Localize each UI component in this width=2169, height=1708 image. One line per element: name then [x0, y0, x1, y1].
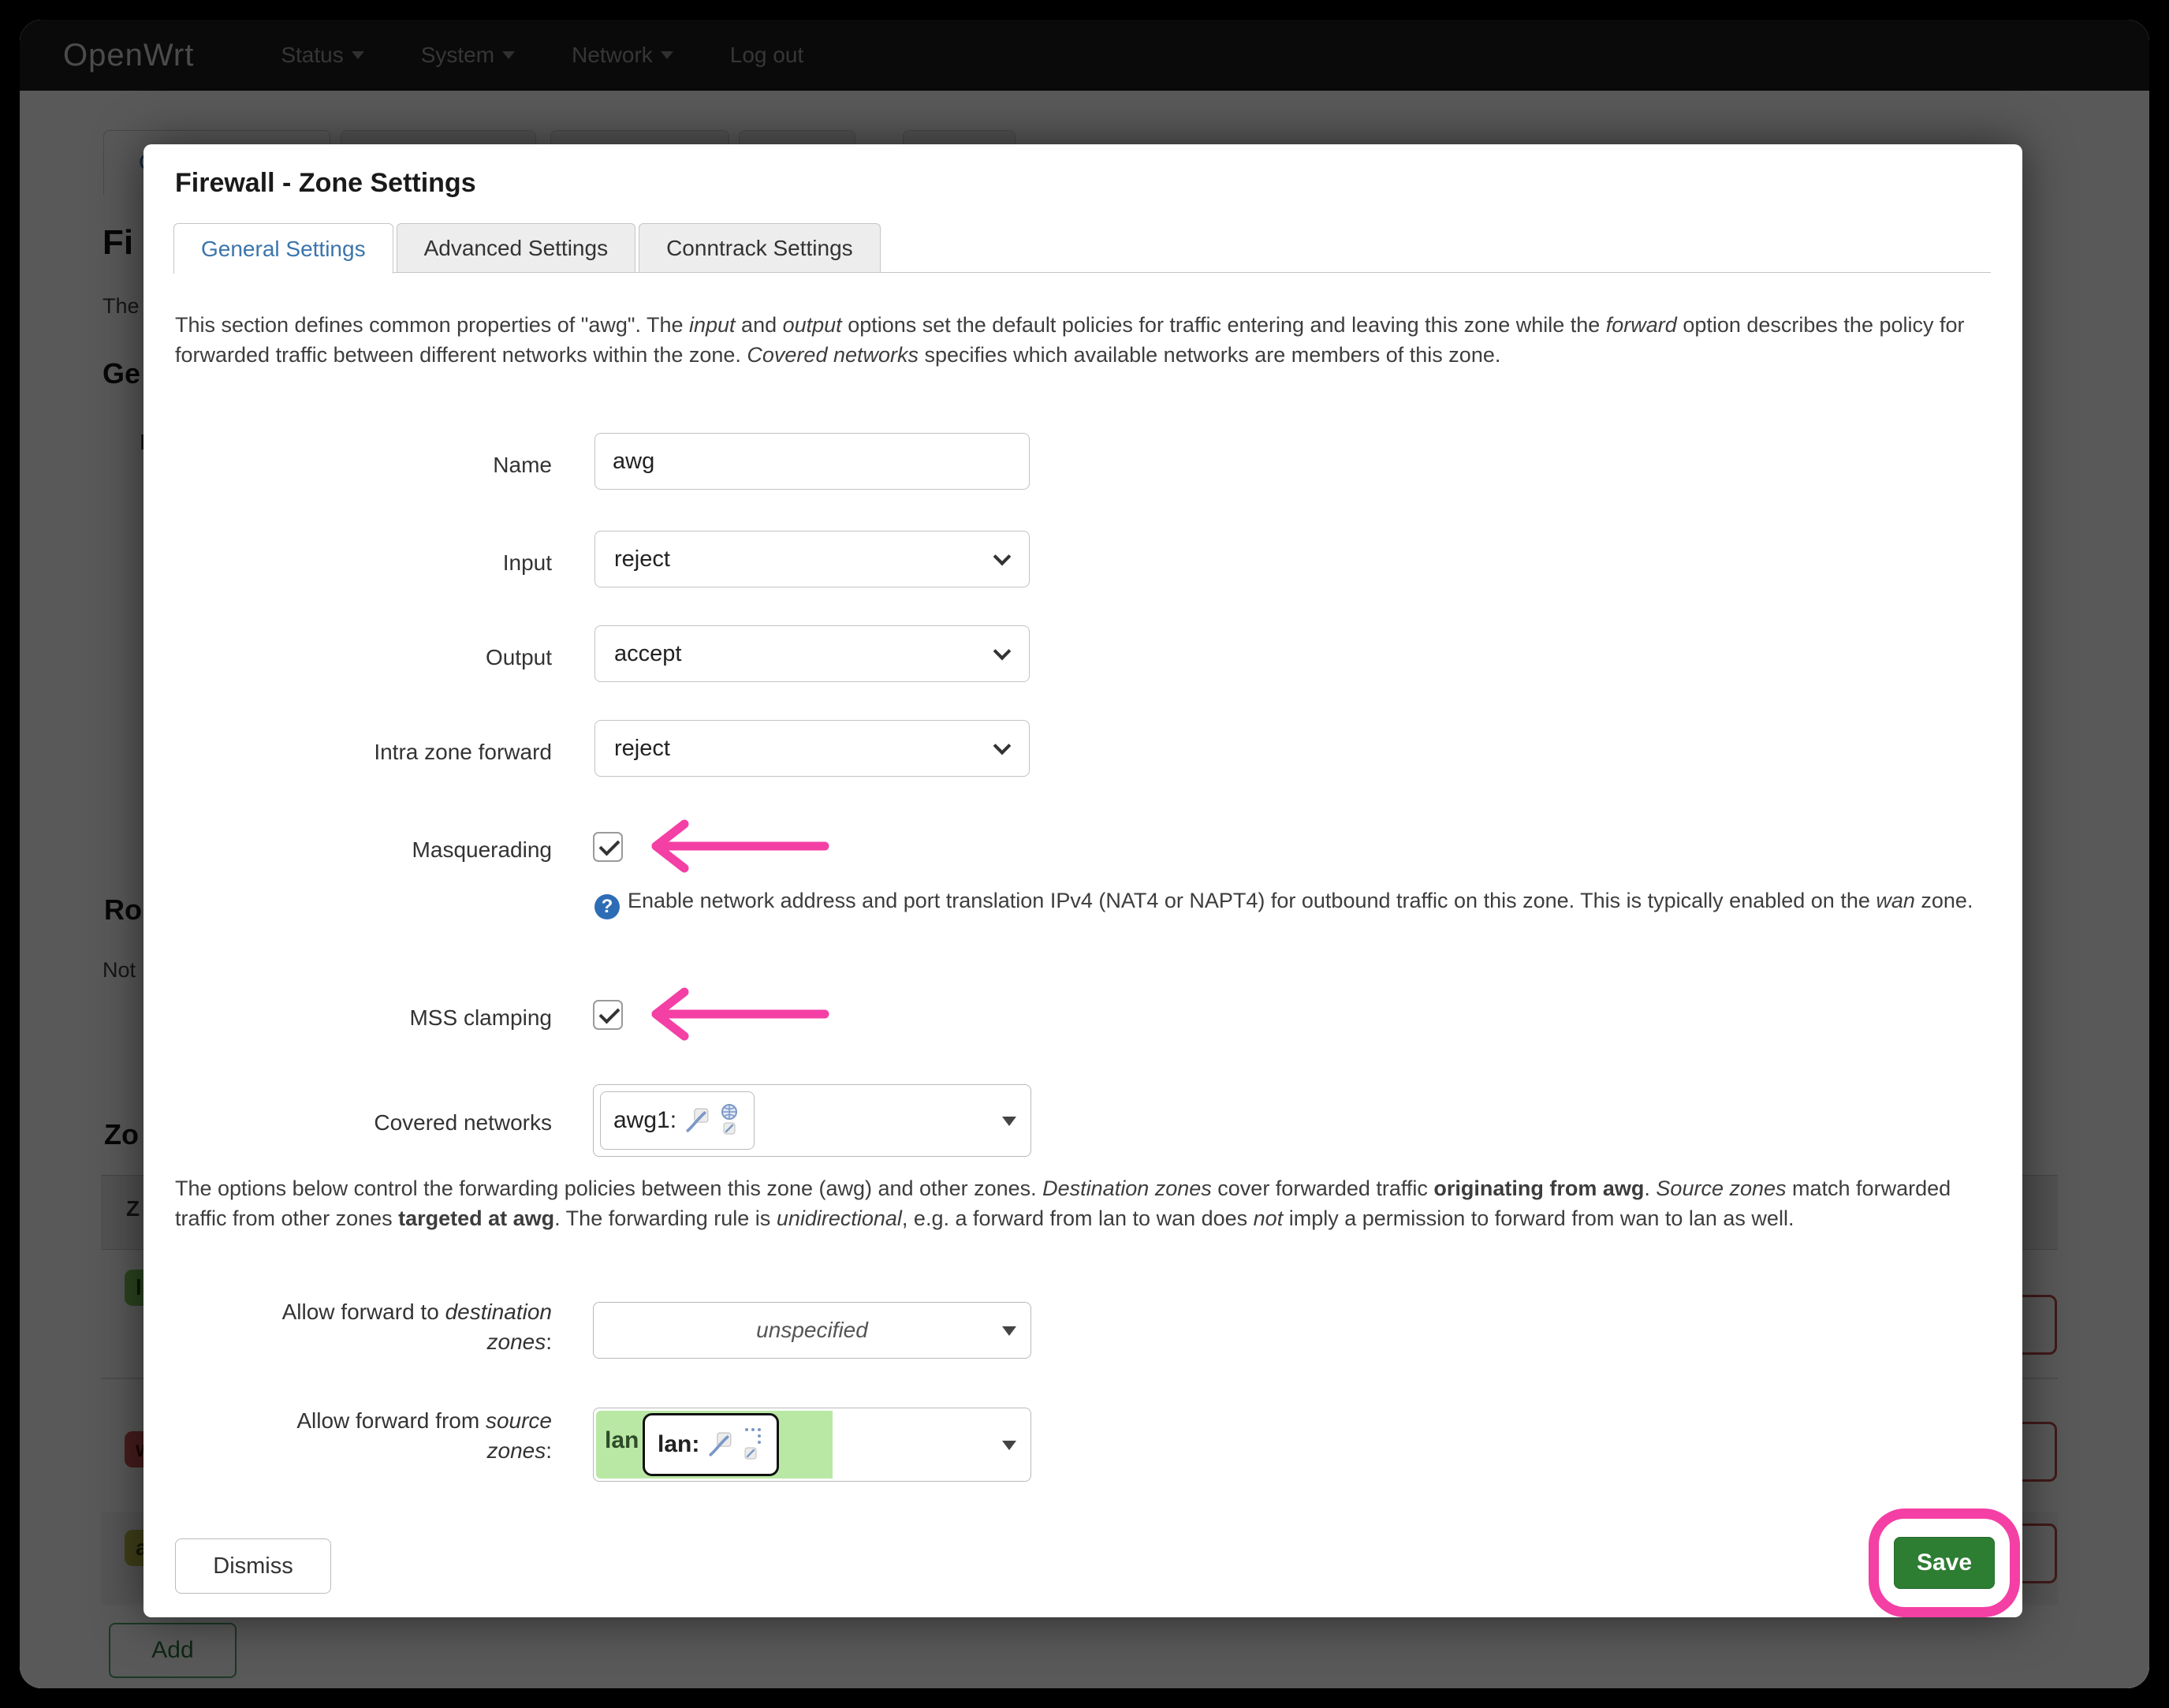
allow-forward-src-label: Allow forward from sourcezones:: [175, 1406, 552, 1466]
help-icon: ?: [594, 894, 620, 919]
caret-down-icon: [1002, 1326, 1016, 1336]
intra-zone-forward-label: Intra zone forward: [175, 737, 552, 767]
save-button[interactable]: Save: [1894, 1537, 1995, 1589]
zone-description: This section defines common properties o…: [175, 310, 1985, 370]
allow-forward-dest-label: Allow forward to destinationzones:: [175, 1297, 552, 1357]
output-policy-value: accept: [614, 641, 681, 667]
globe-interface-icon: [717, 1104, 741, 1137]
modal-title: Firewall - Zone Settings: [175, 168, 476, 199]
dest-value: unspecified: [594, 1318, 1030, 1343]
masquerading-checkbox[interactable]: [593, 832, 623, 862]
caret-down-icon: [1002, 1117, 1016, 1126]
name-label: Name: [175, 450, 552, 480]
browser-viewport: OpenWrt Status System Network Log out Ge…: [20, 20, 2149, 1688]
chevron-down-icon: [993, 643, 1012, 661]
dismiss-button[interactable]: Dismiss: [175, 1538, 331, 1594]
input-policy-select[interactable]: reject: [594, 531, 1030, 587]
lan-zone-tag: lan: [605, 1427, 639, 1454]
covered-networks-label: Covered networks: [175, 1108, 552, 1138]
chevron-down-icon: [993, 737, 1012, 755]
covered-networks-dropdown[interactable]: awg1:: [593, 1084, 1031, 1157]
annotation-arrow-mss: [645, 986, 834, 1042]
tunnel-interface-icon: [684, 1108, 710, 1133]
intra-zone-forward-select[interactable]: reject: [594, 720, 1030, 777]
input-policy-value: reject: [614, 546, 670, 572]
allow-forward-src-dropdown[interactable]: lan lan:: [593, 1408, 1031, 1482]
allow-forward-dest-dropdown[interactable]: unspecified: [593, 1302, 1031, 1359]
screenshot-frame: OpenWrt Status System Network Log out Ge…: [0, 0, 2169, 1708]
modal-tabs: General Settings Advanced Settings Connt…: [173, 223, 1991, 273]
wireless-interface-icon: [740, 1427, 764, 1462]
forwarding-note: The options below control the forwarding…: [175, 1173, 1985, 1233]
annotation-ring-save: Save: [1869, 1508, 2020, 1617]
firewall-zone-settings-modal: Firewall - Zone Settings General Setting…: [143, 144, 2022, 1617]
name-input[interactable]: [594, 433, 1030, 490]
masquerading-label: Masquerading: [175, 835, 552, 865]
lan-source-chip[interactable]: lan:: [643, 1413, 779, 1476]
ethernet-interface-icon: [707, 1432, 732, 1457]
annotation-arrow-masquerading: [645, 818, 834, 875]
tab-general-settings[interactable]: General Settings: [173, 223, 393, 274]
masquerading-help: ?Enable network address and port transla…: [594, 886, 2014, 919]
output-policy-label: Output: [175, 643, 552, 673]
mss-clamping-checkbox[interactable]: [593, 1000, 623, 1030]
mss-clamping-label: MSS clamping: [175, 1003, 552, 1033]
caret-down-icon: [1002, 1441, 1016, 1450]
intra-zone-forward-value: reject: [614, 736, 670, 762]
tab-conntrack-settings[interactable]: Conntrack Settings: [639, 223, 881, 272]
tab-advanced-settings[interactable]: Advanced Settings: [397, 223, 636, 272]
chevron-down-icon: [993, 548, 1012, 566]
covered-network-chip[interactable]: awg1:: [600, 1091, 755, 1150]
input-policy-label: Input: [175, 548, 552, 578]
output-policy-select[interactable]: accept: [594, 625, 1030, 682]
